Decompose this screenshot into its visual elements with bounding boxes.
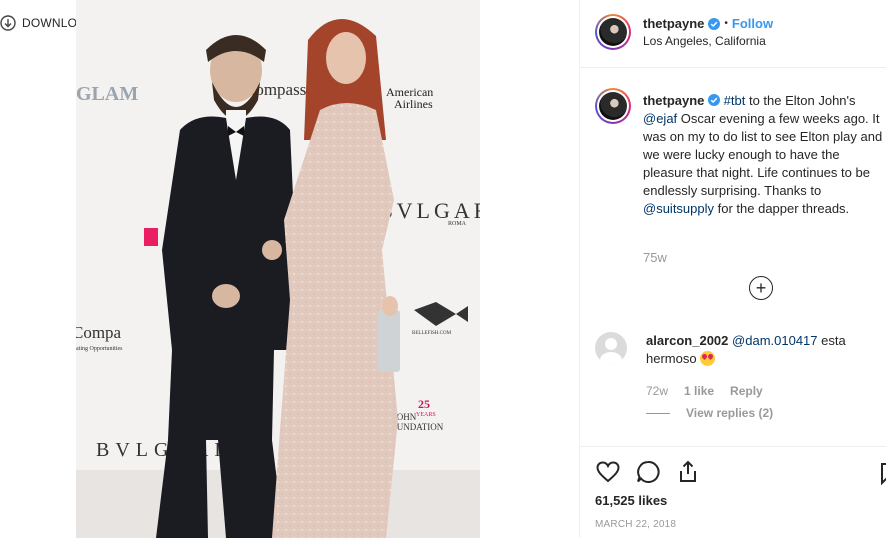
view-replies-button[interactable]: View replies (2) [646, 406, 773, 420]
mention-link[interactable]: @suitsupply [643, 201, 714, 216]
comment-meta: 72w 1 like Reply [646, 384, 763, 398]
follow-button[interactable]: Follow [732, 16, 773, 31]
post-date[interactable]: MARCH 22, 2018 [595, 519, 676, 530]
verified-icon [708, 17, 721, 30]
plus-circle-icon: + [755, 278, 767, 298]
backdrop-logo: ROMA [448, 221, 467, 227]
comment-likes[interactable]: 1 like [684, 384, 714, 398]
header-username[interactable]: thetpayne [643, 16, 704, 31]
caption-segment: for the dapper threads. [714, 201, 850, 216]
caption-segment: to the Elton John's [745, 93, 856, 108]
heart-icon[interactable] [595, 459, 621, 485]
caption-username[interactable]: thetpayne [643, 93, 704, 108]
action-bar: 61,525 likes MARCH 22, 2018 [580, 446, 886, 538]
bookmark-icon[interactable] [878, 461, 886, 487]
backdrop-logo: BVLGARI [96, 439, 227, 461]
comment-timestamp[interactable]: 72w [646, 384, 668, 398]
location-link[interactable]: Los Angeles, California [643, 34, 766, 48]
reply-button[interactable]: Reply [730, 384, 763, 398]
backdrop-logo: BELLEFISH.COM [412, 331, 452, 336]
caption-segment: Oscar evening a few weeks ago. It was on… [643, 111, 883, 198]
backdrop-logo: YEARS [416, 412, 436, 418]
comment-username[interactable]: alarcon_2002 [646, 333, 728, 348]
backdrop-logo: Compa [76, 323, 122, 342]
caption-text: thetpayne #tbt to the Elton John's @ejaf… [643, 92, 883, 218]
backdrop-logo: GLAM [76, 83, 138, 105]
share-icon[interactable] [675, 459, 701, 485]
heart-eyes-emoji [700, 351, 716, 366]
mention-link[interactable]: @ejaf [643, 111, 677, 126]
avatar[interactable] [595, 332, 627, 364]
comment-icon[interactable] [635, 459, 661, 485]
caption-timestamp[interactable]: 75w [643, 250, 667, 265]
backdrop-logo: ating Opportunities [76, 346, 123, 352]
post-photo[interactable]: GLAM Compass American Airlines BVLGARI R… [76, 0, 480, 538]
backdrop-logo: Airlines [394, 97, 433, 111]
post-header: thetpayne • Follow Los Angeles, Californ… [580, 0, 886, 68]
view-replies-label: View replies (2) [686, 406, 774, 420]
avatar[interactable] [595, 14, 631, 50]
separator: • [724, 18, 728, 29]
red-carpet-photo: GLAM Compass American Airlines BVLGARI R… [76, 0, 480, 538]
comment-text: alarcon_2002 @dam.010417 esta hermoso [646, 332, 882, 368]
mention-link[interactable]: @dam.010417 [732, 333, 817, 348]
verified-icon [708, 94, 721, 106]
divider [646, 412, 670, 414]
backdrop-logo: 25 [418, 397, 430, 411]
hashtag-link[interactable]: #tbt [724, 93, 746, 108]
load-more-comments-button[interactable]: + [749, 276, 773, 300]
post-panel: thetpayne • Follow Los Angeles, Californ… [579, 0, 886, 538]
avatar[interactable] [595, 88, 631, 124]
download-icon [0, 15, 16, 31]
likes-count[interactable]: 61,525 likes [595, 493, 667, 508]
